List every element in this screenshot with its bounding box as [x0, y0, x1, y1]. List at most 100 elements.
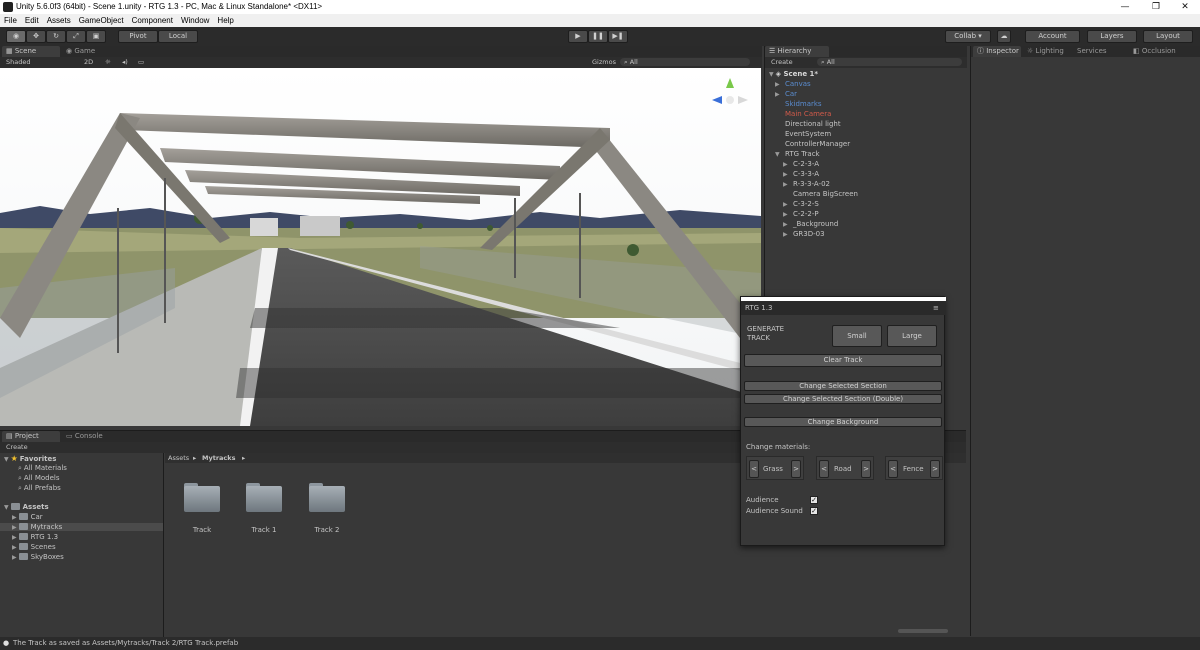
favorite-item[interactable]: ⌕ All Prefabs: [18, 484, 61, 493]
favorite-item[interactable]: ⌕ All Materials: [18, 464, 67, 473]
menu-gameobject[interactable]: GameObject: [75, 14, 128, 25]
hierarchy-item[interactable]: ▶ Car: [775, 90, 797, 98]
audio-toggle-icon[interactable]: ◂): [122, 58, 128, 66]
cloud-button[interactable]: ☁: [997, 30, 1011, 43]
layout-dropdown[interactable]: Layout: [1143, 30, 1193, 43]
tab-hierarchy[interactable]: ☰ Hierarchy: [765, 46, 829, 57]
hierarchy-item[interactable]: Skidmarks: [775, 100, 822, 108]
gizmos-dropdown[interactable]: Gizmos: [592, 58, 616, 66]
expand-arrow-icon[interactable]: ▶: [775, 81, 783, 88]
expand-arrow-icon[interactable]: ▶: [783, 201, 791, 208]
hierarchy-item[interactable]: Directional light: [775, 120, 841, 128]
tab-console[interactable]: ▭ Console: [62, 431, 120, 442]
lighting-toggle-icon[interactable]: ☼: [105, 58, 111, 66]
expand-arrow-icon[interactable]: ▶: [783, 181, 791, 188]
menu-assets[interactable]: Assets: [43, 14, 75, 25]
hierarchy-item[interactable]: EventSystem: [775, 130, 831, 138]
menu-component[interactable]: Component: [128, 14, 177, 25]
scale-tool-button[interactable]: ⤢: [66, 30, 86, 43]
mode-2d-toggle[interactable]: 2D: [84, 58, 93, 66]
scene-viewport[interactable]: [0, 68, 761, 426]
hierarchy-item[interactable]: ▶ C-3-2-S: [783, 200, 819, 208]
large-track-button[interactable]: Large: [887, 325, 937, 347]
audience-checkbox[interactable]: ✓: [810, 496, 818, 504]
breadcrumb-root[interactable]: Assets: [168, 454, 189, 462]
pause-button[interactable]: ❚❚: [588, 30, 608, 43]
hierarchy-item[interactable]: Main Camera: [775, 110, 831, 118]
asset-folder-mytracks[interactable]: ▶ Mytracks: [0, 523, 163, 531]
tab-scene[interactable]: ▦ Scene: [2, 46, 60, 57]
menu-window[interactable]: Window: [177, 14, 213, 25]
asset-folder-rtg[interactable]: ▶ RTG 1.3: [12, 533, 58, 541]
rotate-tool-button[interactable]: ↻: [46, 30, 66, 43]
asset-track-2[interactable]: [309, 483, 345, 513]
asset-track[interactable]: [184, 483, 220, 513]
collab-button[interactable]: Collab ▾: [945, 30, 991, 43]
asset-track-1[interactable]: [246, 483, 282, 513]
layers-dropdown[interactable]: Layers: [1087, 30, 1137, 43]
local-toggle[interactable]: Local: [158, 30, 198, 43]
tab-occlusion[interactable]: ◧ Occlusion: [1129, 46, 1189, 57]
tab-project[interactable]: ▤ Project: [2, 431, 60, 442]
hierarchy-item[interactable]: ▶ C-2-3-A: [783, 160, 819, 168]
rect-tool-button[interactable]: ▣: [86, 30, 106, 43]
hierarchy-item[interactable]: ▼ RTG Track: [775, 150, 820, 158]
favorites-header[interactable]: ▼ ★ Favorites: [4, 454, 56, 463]
hierarchy-item[interactable]: ▶ _Background: [783, 220, 838, 228]
minimize-button[interactable]: —: [1110, 0, 1140, 14]
next-material-button[interactable]: >: [861, 460, 871, 478]
prev-material-button[interactable]: <: [888, 460, 898, 478]
audience-sound-checkbox[interactable]: ✓: [810, 507, 818, 515]
expand-arrow-icon[interactable]: ▼: [775, 151, 783, 158]
small-track-button[interactable]: Small: [832, 325, 882, 347]
asset-folder-skyboxes[interactable]: ▶ SkyBoxes: [12, 553, 64, 561]
hierarchy-item[interactable]: ▶ C-3-3-A: [783, 170, 819, 178]
expand-arrow-icon[interactable]: ▶: [783, 161, 791, 168]
menu-edit[interactable]: Edit: [21, 14, 43, 25]
window-menu-icon[interactable]: ≡: [933, 304, 939, 312]
account-dropdown[interactable]: Account: [1025, 30, 1080, 43]
favorite-item[interactable]: ⌕ All Models: [18, 474, 60, 483]
expand-arrow-icon[interactable]: ▶: [783, 231, 791, 238]
tab-game[interactable]: ◉ Game: [62, 46, 120, 57]
scene-root[interactable]: ▼ ◈ Scene 1*: [769, 70, 818, 78]
hierarchy-item[interactable]: ControllerManager: [775, 140, 850, 148]
status-message[interactable]: The Track as saved as Assets/Mytracks/Tr…: [13, 639, 238, 647]
asset-folder-car[interactable]: ▶ Car: [12, 513, 43, 521]
scene-search-input[interactable]: ⌕ All: [620, 58, 750, 66]
breadcrumb-current[interactable]: Mytracks: [202, 454, 235, 462]
hierarchy-item[interactable]: ▶ Canvas: [775, 80, 811, 88]
hierarchy-item[interactable]: Camera BigScreen: [783, 190, 858, 198]
maximize-button[interactable]: ❐: [1141, 0, 1171, 14]
play-button[interactable]: ▶: [568, 30, 588, 43]
menu-file[interactable]: File: [0, 14, 21, 25]
hand-tool-button[interactable]: ◉: [6, 30, 26, 43]
step-button[interactable]: ▶❚: [608, 30, 628, 43]
expand-arrow-icon[interactable]: ▶: [783, 221, 791, 228]
hierarchy-create-dropdown[interactable]: Create: [771, 58, 793, 66]
change-section-double-button[interactable]: Change Selected Section (Double): [744, 394, 942, 404]
prev-material-button[interactable]: <: [819, 460, 829, 478]
menu-help[interactable]: Help: [213, 14, 237, 25]
asset-folder-scenes[interactable]: ▶ Scenes: [12, 543, 56, 551]
prev-material-button[interactable]: <: [749, 460, 759, 478]
change-section-button[interactable]: Change Selected Section: [744, 381, 942, 391]
effects-toggle-icon[interactable]: ▭: [138, 58, 144, 66]
assets-header[interactable]: ▼ Assets: [4, 503, 49, 511]
change-background-button[interactable]: Change Background: [744, 417, 942, 427]
hierarchy-search-input[interactable]: ⌕ All: [817, 58, 962, 66]
next-material-button[interactable]: >: [791, 460, 801, 478]
next-material-button[interactable]: >: [930, 460, 940, 478]
pivot-toggle[interactable]: Pivot: [118, 30, 158, 43]
hierarchy-item[interactable]: ▶ GR3D-03: [783, 230, 825, 238]
tab-services[interactable]: Services: [1073, 46, 1121, 57]
hierarchy-item[interactable]: ▶ C-2-2-P: [783, 210, 819, 218]
tab-lighting[interactable]: ☼ Lighting: [1023, 46, 1071, 57]
close-button[interactable]: ✕: [1170, 0, 1200, 14]
expand-arrow-icon[interactable]: ▶: [783, 171, 791, 178]
expand-arrow-icon[interactable]: ▶: [775, 91, 783, 98]
project-create-dropdown[interactable]: Create: [6, 443, 28, 451]
icon-size-slider[interactable]: [898, 629, 948, 633]
expand-arrow-icon[interactable]: ▶: [783, 211, 791, 218]
tab-inspector[interactable]: ⓘ Inspector: [973, 46, 1021, 57]
